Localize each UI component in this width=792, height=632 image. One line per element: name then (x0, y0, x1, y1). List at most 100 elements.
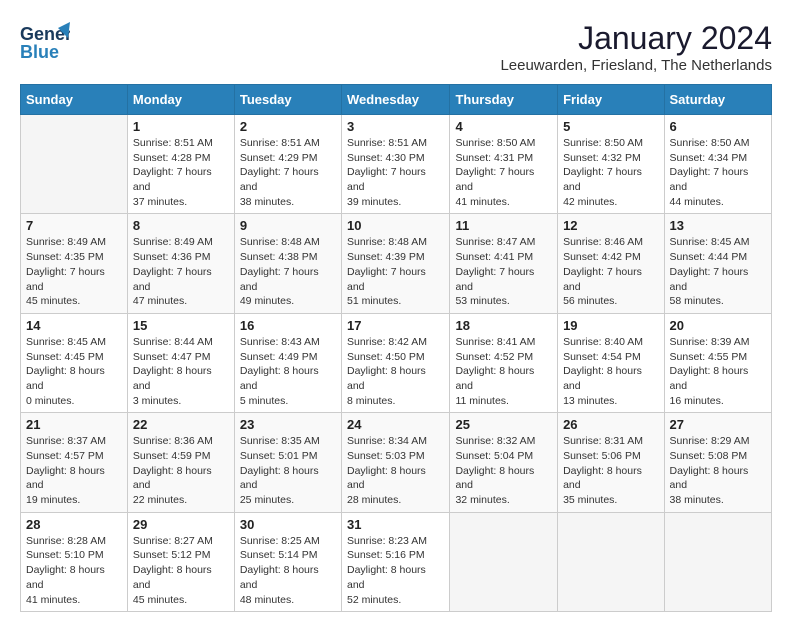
day-number: 29 (133, 517, 229, 532)
table-cell: 26 Sunrise: 8:31 AMSunset: 5:06 PMDaylig… (558, 413, 664, 512)
subtitle: Leeuwarden, Friesland, The Netherlands (500, 57, 772, 74)
table-cell: 2 Sunrise: 8:51 AMSunset: 4:29 PMDayligh… (234, 115, 341, 214)
day-number: 6 (670, 119, 766, 134)
day-info: Sunrise: 8:50 AMSunset: 4:34 PMDaylight:… (670, 136, 766, 209)
table-cell (558, 512, 664, 611)
table-cell: 1 Sunrise: 8:51 AMSunset: 4:28 PMDayligh… (127, 115, 234, 214)
day-number: 19 (563, 318, 658, 333)
day-number: 16 (240, 318, 336, 333)
table-cell: 19 Sunrise: 8:40 AMSunset: 4:54 PMDaylig… (558, 313, 664, 412)
day-number: 8 (133, 218, 229, 233)
day-info: Sunrise: 8:43 AMSunset: 4:49 PMDaylight:… (240, 335, 336, 408)
table-cell: 22 Sunrise: 8:36 AMSunset: 4:59 PMDaylig… (127, 413, 234, 512)
logo: General Blue (20, 20, 72, 65)
table-cell: 18 Sunrise: 8:41 AMSunset: 4:52 PMDaylig… (450, 313, 558, 412)
table-cell: 28 Sunrise: 8:28 AMSunset: 5:10 PMDaylig… (21, 512, 128, 611)
calendar-header-row: SundayMondayTuesdayWednesdayThursdayFrid… (21, 85, 772, 115)
day-number: 26 (563, 417, 658, 432)
day-number: 20 (670, 318, 766, 333)
day-info: Sunrise: 8:50 AMSunset: 4:32 PMDaylight:… (563, 136, 658, 209)
page-header: General Blue January 2024 Leeuwarden, Fr… (20, 20, 772, 74)
header-saturday: Saturday (664, 85, 771, 115)
table-cell (21, 115, 128, 214)
day-info: Sunrise: 8:44 AMSunset: 4:47 PMDaylight:… (133, 335, 229, 408)
day-info: Sunrise: 8:40 AMSunset: 4:54 PMDaylight:… (563, 335, 658, 408)
day-info: Sunrise: 8:48 AMSunset: 4:39 PMDaylight:… (347, 235, 444, 308)
day-number: 24 (347, 417, 444, 432)
calendar-table: SundayMondayTuesdayWednesdayThursdayFrid… (20, 84, 772, 612)
day-info: Sunrise: 8:31 AMSunset: 5:06 PMDaylight:… (563, 434, 658, 507)
day-info: Sunrise: 8:47 AMSunset: 4:41 PMDaylight:… (455, 235, 552, 308)
header-tuesday: Tuesday (234, 85, 341, 115)
day-number: 21 (26, 417, 122, 432)
table-cell (450, 512, 558, 611)
day-info: Sunrise: 8:41 AMSunset: 4:52 PMDaylight:… (455, 335, 552, 408)
table-cell: 4 Sunrise: 8:50 AMSunset: 4:31 PMDayligh… (450, 115, 558, 214)
day-info: Sunrise: 8:25 AMSunset: 5:14 PMDaylight:… (240, 534, 336, 607)
day-number: 10 (347, 218, 444, 233)
day-info: Sunrise: 8:37 AMSunset: 4:57 PMDaylight:… (26, 434, 122, 507)
table-cell: 13 Sunrise: 8:45 AMSunset: 4:44 PMDaylig… (664, 214, 771, 313)
day-info: Sunrise: 8:29 AMSunset: 5:08 PMDaylight:… (670, 434, 766, 507)
table-cell: 8 Sunrise: 8:49 AMSunset: 4:36 PMDayligh… (127, 214, 234, 313)
day-number: 22 (133, 417, 229, 432)
week-row-2: 7 Sunrise: 8:49 AMSunset: 4:35 PMDayligh… (21, 214, 772, 313)
day-number: 18 (455, 318, 552, 333)
day-number: 15 (133, 318, 229, 333)
day-number: 17 (347, 318, 444, 333)
day-number: 9 (240, 218, 336, 233)
day-info: Sunrise: 8:35 AMSunset: 5:01 PMDaylight:… (240, 434, 336, 507)
day-number: 25 (455, 417, 552, 432)
day-info: Sunrise: 8:42 AMSunset: 4:50 PMDaylight:… (347, 335, 444, 408)
table-cell: 12 Sunrise: 8:46 AMSunset: 4:42 PMDaylig… (558, 214, 664, 313)
table-cell: 6 Sunrise: 8:50 AMSunset: 4:34 PMDayligh… (664, 115, 771, 214)
day-info: Sunrise: 8:23 AMSunset: 5:16 PMDaylight:… (347, 534, 444, 607)
day-number: 2 (240, 119, 336, 134)
header-friday: Friday (558, 85, 664, 115)
day-info: Sunrise: 8:45 AMSunset: 4:44 PMDaylight:… (670, 235, 766, 308)
logo-icon: General Blue (20, 20, 70, 65)
day-number: 23 (240, 417, 336, 432)
day-info: Sunrise: 8:34 AMSunset: 5:03 PMDaylight:… (347, 434, 444, 507)
table-cell: 24 Sunrise: 8:34 AMSunset: 5:03 PMDaylig… (342, 413, 450, 512)
day-info: Sunrise: 8:49 AMSunset: 4:36 PMDaylight:… (133, 235, 229, 308)
day-number: 13 (670, 218, 766, 233)
day-info: Sunrise: 8:51 AMSunset: 4:30 PMDaylight:… (347, 136, 444, 209)
table-cell (664, 512, 771, 611)
table-cell: 21 Sunrise: 8:37 AMSunset: 4:57 PMDaylig… (21, 413, 128, 512)
day-number: 11 (455, 218, 552, 233)
day-number: 30 (240, 517, 336, 532)
day-info: Sunrise: 8:51 AMSunset: 4:28 PMDaylight:… (133, 136, 229, 209)
day-info: Sunrise: 8:27 AMSunset: 5:12 PMDaylight:… (133, 534, 229, 607)
table-cell: 17 Sunrise: 8:42 AMSunset: 4:50 PMDaylig… (342, 313, 450, 412)
day-number: 1 (133, 119, 229, 134)
day-number: 4 (455, 119, 552, 134)
day-info: Sunrise: 8:39 AMSunset: 4:55 PMDaylight:… (670, 335, 766, 408)
header-wednesday: Wednesday (342, 85, 450, 115)
day-number: 3 (347, 119, 444, 134)
week-row-5: 28 Sunrise: 8:28 AMSunset: 5:10 PMDaylig… (21, 512, 772, 611)
svg-text:Blue: Blue (20, 42, 59, 62)
table-cell: 3 Sunrise: 8:51 AMSunset: 4:30 PMDayligh… (342, 115, 450, 214)
day-number: 7 (26, 218, 122, 233)
table-cell: 9 Sunrise: 8:48 AMSunset: 4:38 PMDayligh… (234, 214, 341, 313)
day-number: 28 (26, 517, 122, 532)
table-cell: 31 Sunrise: 8:23 AMSunset: 5:16 PMDaylig… (342, 512, 450, 611)
table-cell: 27 Sunrise: 8:29 AMSunset: 5:08 PMDaylig… (664, 413, 771, 512)
table-cell: 11 Sunrise: 8:47 AMSunset: 4:41 PMDaylig… (450, 214, 558, 313)
day-info: Sunrise: 8:46 AMSunset: 4:42 PMDaylight:… (563, 235, 658, 308)
week-row-3: 14 Sunrise: 8:45 AMSunset: 4:45 PMDaylig… (21, 313, 772, 412)
day-info: Sunrise: 8:50 AMSunset: 4:31 PMDaylight:… (455, 136, 552, 209)
table-cell: 14 Sunrise: 8:45 AMSunset: 4:45 PMDaylig… (21, 313, 128, 412)
table-cell: 25 Sunrise: 8:32 AMSunset: 5:04 PMDaylig… (450, 413, 558, 512)
day-number: 31 (347, 517, 444, 532)
table-cell: 23 Sunrise: 8:35 AMSunset: 5:01 PMDaylig… (234, 413, 341, 512)
week-row-4: 21 Sunrise: 8:37 AMSunset: 4:57 PMDaylig… (21, 413, 772, 512)
day-info: Sunrise: 8:49 AMSunset: 4:35 PMDaylight:… (26, 235, 122, 308)
day-info: Sunrise: 8:36 AMSunset: 4:59 PMDaylight:… (133, 434, 229, 507)
main-title: January 2024 (500, 20, 772, 57)
table-cell: 20 Sunrise: 8:39 AMSunset: 4:55 PMDaylig… (664, 313, 771, 412)
table-cell: 16 Sunrise: 8:43 AMSunset: 4:49 PMDaylig… (234, 313, 341, 412)
day-info: Sunrise: 8:45 AMSunset: 4:45 PMDaylight:… (26, 335, 122, 408)
day-number: 12 (563, 218, 658, 233)
